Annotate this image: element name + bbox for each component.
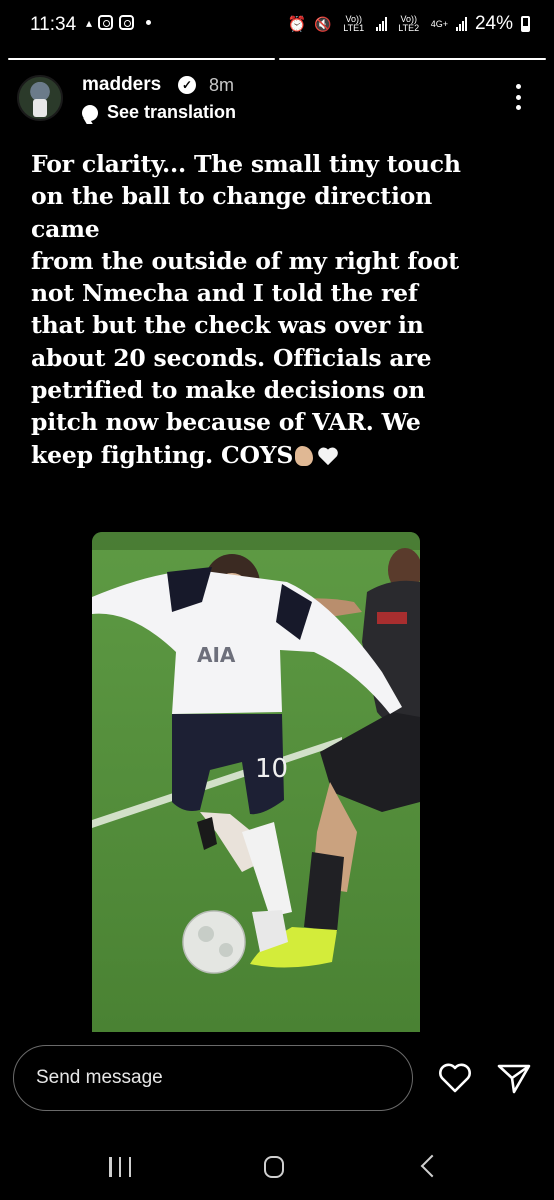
progress-segment bbox=[8, 58, 275, 60]
story-progress bbox=[8, 58, 546, 60]
status-left-icons: ▴ bbox=[86, 15, 152, 30]
more-options-icon[interactable] bbox=[512, 84, 524, 110]
story-caption: For clarity... The small tiny touch on t… bbox=[31, 148, 531, 471]
translate-icon[interactable] bbox=[82, 105, 98, 121]
progress-segment bbox=[279, 58, 546, 60]
send-message-placeholder: Send message bbox=[36, 1067, 163, 1088]
avatar[interactable] bbox=[17, 75, 63, 121]
network-2: Vo)) LTE2 bbox=[398, 14, 420, 33]
system-nav-bar bbox=[0, 1140, 554, 1200]
send-icon[interactable] bbox=[496, 1060, 532, 1096]
network-type: 4G+ bbox=[430, 18, 448, 29]
football bbox=[182, 910, 246, 974]
instagram-icon bbox=[98, 15, 114, 30]
heart-icon[interactable] bbox=[437, 1060, 473, 1096]
shirt-number: 10 bbox=[255, 754, 288, 784]
svg-text:AIA: AIA bbox=[197, 643, 236, 667]
flexed-biceps-icon bbox=[295, 445, 314, 466]
story-photo[interactable]: AIA 10 bbox=[92, 532, 420, 1032]
verified-badge-icon: ✓ bbox=[178, 76, 196, 94]
white-heart-icon bbox=[318, 447, 338, 465]
username[interactable]: madders bbox=[82, 74, 161, 96]
signal-icon bbox=[375, 17, 387, 31]
notification-dot bbox=[146, 20, 152, 25]
football-photo: AIA 10 bbox=[92, 532, 420, 1032]
status-time: 11:34 bbox=[30, 14, 77, 35]
signal-icon bbox=[455, 17, 467, 31]
post-time: 8m bbox=[209, 75, 235, 95]
battery-percent: 24% bbox=[474, 13, 513, 34]
battery-icon bbox=[521, 16, 530, 32]
status-right-icons: ⏰ 🔇 Vo)) LTE1 Vo)) LTE2 4G+ 24% bbox=[288, 13, 530, 35]
home-icon[interactable] bbox=[264, 1156, 284, 1178]
alarm-icon: ⏰ bbox=[287, 16, 307, 33]
see-translation-link[interactable]: See translation bbox=[107, 102, 236, 123]
mute-icon: 🔇 bbox=[314, 15, 332, 32]
network-1: Vo)) LTE1 bbox=[343, 14, 365, 33]
status-bar: 11:34 ▴ ⏰ 🔇 Vo)) LTE1 Vo)) LTE2 4G+ 24% bbox=[0, 0, 554, 52]
recent-apps-icon[interactable] bbox=[109, 1157, 131, 1177]
instagram-icon bbox=[119, 15, 135, 30]
caption-text: For clarity... The small tiny touch on t… bbox=[31, 150, 461, 469]
send-message-input[interactable]: Send message bbox=[13, 1045, 413, 1111]
data-saver-icon: ▴ bbox=[86, 15, 93, 30]
back-icon[interactable] bbox=[420, 1154, 444, 1178]
